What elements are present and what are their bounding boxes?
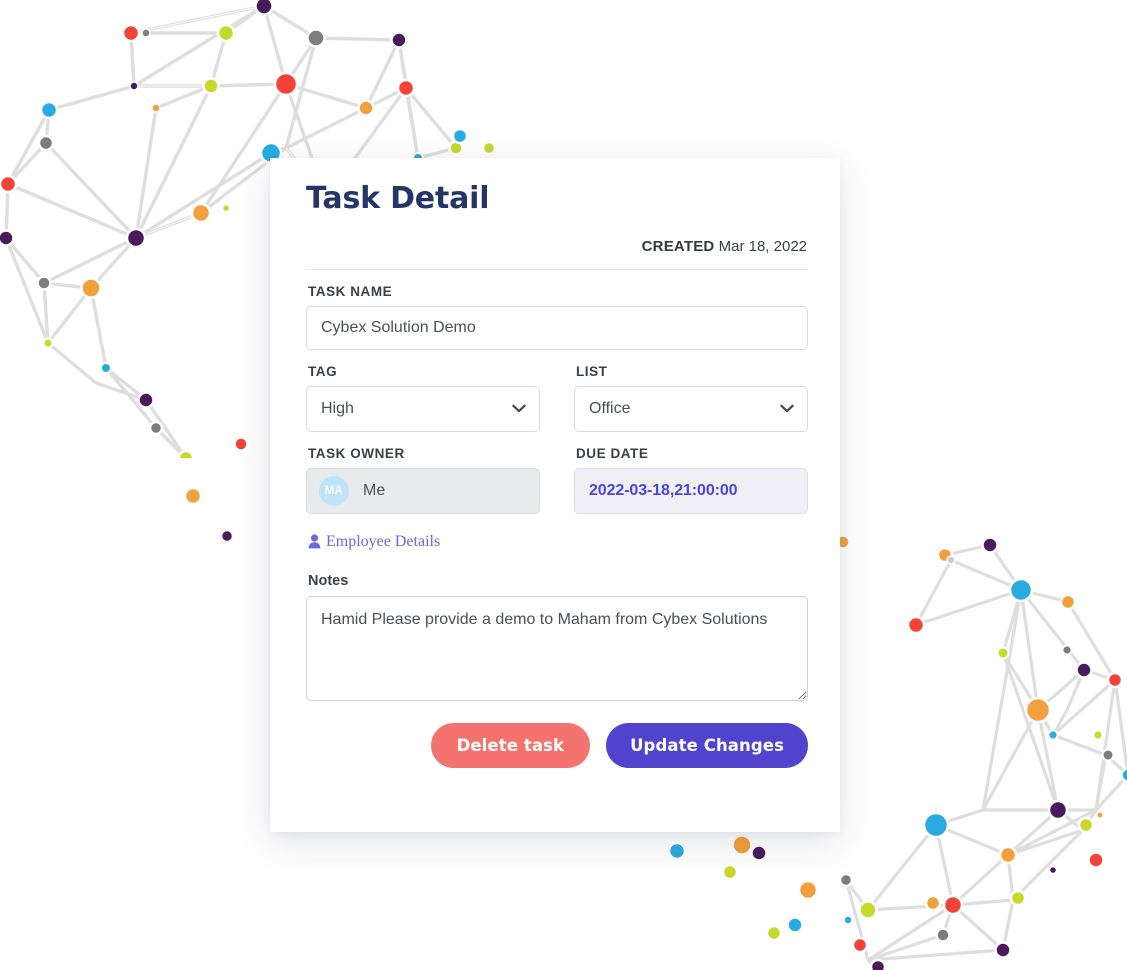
- due-date-label: DUE DATE: [576, 445, 649, 461]
- tag-select[interactable]: HighMediumLow: [306, 385, 540, 432]
- created-row: CREATED Mar 18, 2022: [306, 238, 808, 255]
- list-label: LIST: [576, 363, 608, 379]
- task-owner-field[interactable]: MA Me: [306, 467, 540, 514]
- tag-list-row: TAG HighMediumLow LIST OfficePersonalHom…: [306, 350, 808, 432]
- employee-details-label: Employee Details: [326, 532, 441, 550]
- owner-due-row: TASK OWNER MA Me DUE DATE 2022-03-18,21:…: [306, 432, 808, 514]
- avatar: MA: [319, 475, 349, 506]
- page-title: Task Detail: [306, 181, 490, 216]
- notes-textarea[interactable]: Hamid Please provide a demo to Maham fro…: [306, 596, 808, 701]
- task-owner-name: Me: [363, 481, 386, 499]
- tag-label: TAG: [308, 363, 338, 379]
- employee-details-link[interactable]: Employee Details: [308, 533, 440, 551]
- action-button-row: Delete task Update Changes: [306, 723, 808, 768]
- task-name-input[interactable]: [306, 305, 808, 350]
- network-graphic-bottom-right: [838, 536, 1127, 970]
- delete-task-button[interactable]: Delete task: [430, 723, 591, 768]
- header-divider: [306, 268, 808, 270]
- notes-label: Notes: [308, 573, 349, 589]
- update-changes-button[interactable]: Update Changes: [606, 723, 808, 768]
- task-name-label: TASK NAME: [308, 283, 393, 299]
- due-date-field[interactable]: 2022-03-18,21:00:00: [574, 467, 808, 514]
- task-owner-label: TASK OWNER: [308, 445, 405, 461]
- user-icon: [308, 534, 321, 549]
- list-select[interactable]: OfficePersonalHome: [574, 385, 808, 432]
- due-date-value: 2022-03-18,21:00:00: [589, 481, 738, 499]
- task-detail-card: Task Detail CREATED Mar 18, 2022 TASK NA…: [270, 158, 840, 832]
- created-date: Mar 18, 2022: [718, 237, 807, 255]
- created-label: CREATED: [641, 237, 715, 255]
